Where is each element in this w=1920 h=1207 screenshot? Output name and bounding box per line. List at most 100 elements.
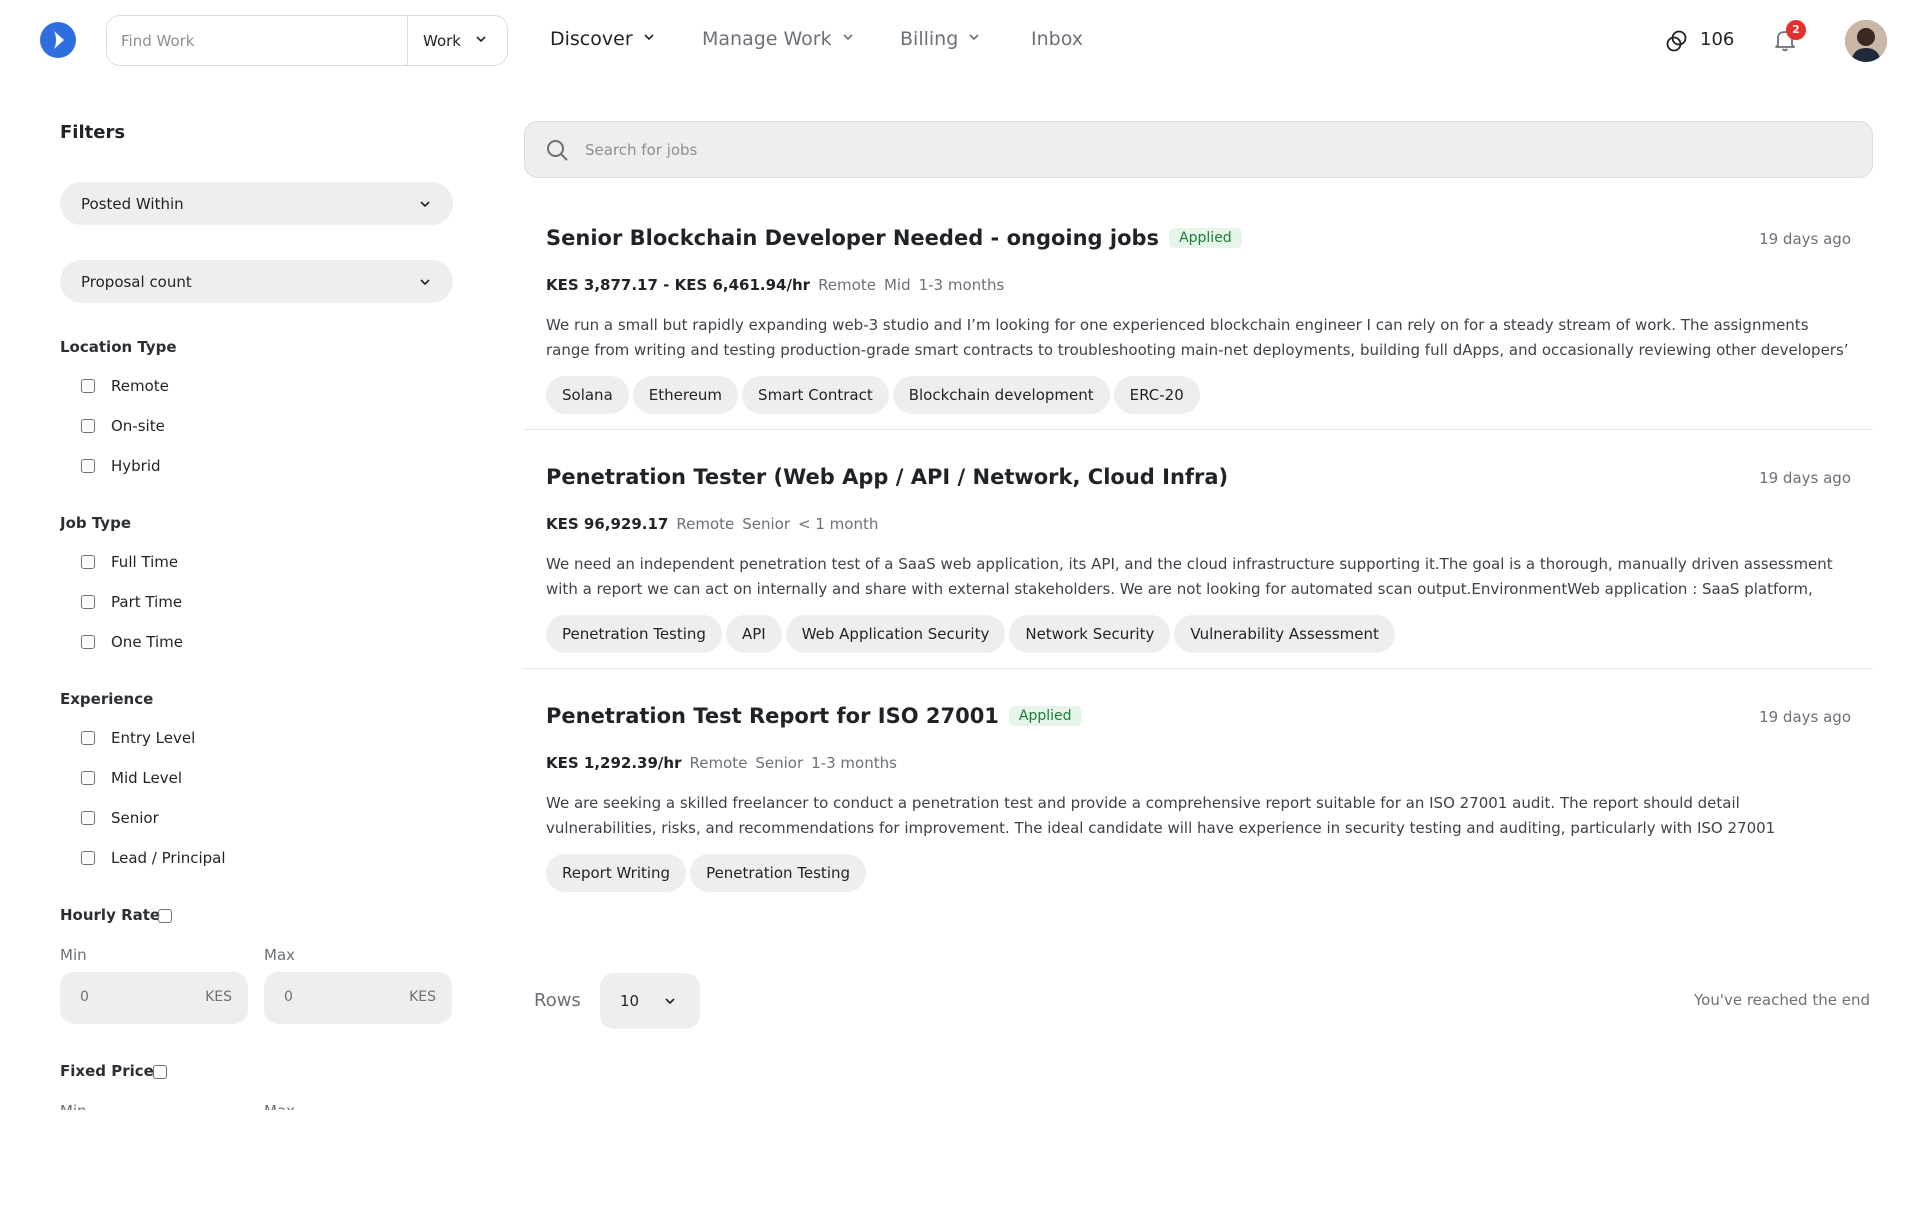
skill-tag[interactable]: API <box>725 615 782 653</box>
job-duration: < 1 month <box>798 515 879 533</box>
option-label: Hybrid <box>111 457 161 475</box>
rows-per-page-select[interactable]: 10 <box>600 973 700 1029</box>
fixed-price-checkbox[interactable] <box>153 1065 167 1079</box>
fixed-min-label: Min <box>60 1102 87 1110</box>
job-description: We need an independent penetration test … <box>546 555 1833 598</box>
chevron-down-icon <box>420 201 430 208</box>
option-label: Full Time <box>111 553 179 571</box>
job-meta: KES 96,929.17 Remote Senior < 1 month <box>546 515 878 533</box>
job-title[interactable]: Senior Blockchain Developer Needed - ong… <box>546 226 1159 250</box>
chevron-down-icon <box>843 34 853 41</box>
skill-tag[interactable]: Penetration Testing <box>690 854 867 892</box>
skill-tag[interactable]: Smart Contract <box>742 376 889 414</box>
job-duration: 1-3 months <box>918 276 1005 294</box>
job-location: Remote <box>676 515 735 533</box>
skill-tag[interactable]: Report Writing <box>546 854 687 892</box>
checkbox[interactable] <box>81 419 95 433</box>
filters-sidebar: Filters Posted Within Proposal count Loc… <box>60 110 455 1110</box>
search-scope-select[interactable]: Work <box>423 32 461 50</box>
checkbox[interactable] <box>81 731 95 745</box>
skill-tag[interactable]: Penetration Testing <box>546 615 722 653</box>
applied-badge: Applied <box>1169 228 1242 248</box>
skill-tag[interactable]: Blockchain development <box>892 376 1110 414</box>
checkbox[interactable] <box>81 771 95 785</box>
chevron-down-icon <box>420 279 430 286</box>
hourly-max-label: Max <box>264 946 296 964</box>
job-meta: KES 1,292.39/hr Remote Senior 1-3 months <box>546 754 897 772</box>
brand-logo-icon[interactable] <box>40 22 76 58</box>
nav-billing[interactable]: Billing <box>900 28 980 50</box>
job-search-input[interactable]: Search for jobs <box>585 141 697 159</box>
rows-label: Rows <box>534 990 581 1011</box>
find-work-search: Find Work Work <box>106 15 508 66</box>
proposal-count-dropdown[interactable]: Proposal count <box>60 260 453 303</box>
find-work-divider <box>407 16 408 65</box>
option-label: Part Time <box>111 593 183 611</box>
posted-within-dropdown[interactable]: Posted Within <box>60 182 453 225</box>
find-work-input[interactable]: Find Work <box>121 32 194 50</box>
job-search-bar[interactable]: Search for jobs <box>524 121 1873 178</box>
job-title[interactable]: Penetration Test Report for ISO 27001 <box>546 704 999 728</box>
job-type-title: Job Type <box>60 514 131 532</box>
filters-title: Filters <box>60 122 126 143</box>
top-navigation: Find Work Work Discover Manage Work Bill… <box>0 0 1920 80</box>
skill-tag[interactable]: Vulnerability Assessment <box>1174 615 1395 653</box>
currency-label: KES <box>409 989 436 1005</box>
job-card[interactable]: Senior Blockchain Developer Needed - ong… <box>524 226 1873 430</box>
job-level: Senior <box>755 754 804 772</box>
chevron-down-icon <box>644 34 654 41</box>
proposal-count-label: Proposal count <box>81 273 192 291</box>
hourly-rate-checkbox[interactable] <box>158 909 172 923</box>
checkbox[interactable] <box>81 379 95 393</box>
job-level: Mid <box>883 276 911 294</box>
hourly-min-input[interactable]: 0 KES <box>60 972 248 1024</box>
checkbox[interactable] <box>81 635 95 649</box>
job-duration: 1-3 months <box>811 754 897 772</box>
skill-tag[interactable]: Ethereum <box>632 376 739 414</box>
nav-inbox-label: Inbox <box>1031 28 1083 50</box>
checkbox[interactable] <box>81 459 95 473</box>
job-meta: KES 3,877.17 - KES 6,461.94/hr Remote Mid 1… <box>546 276 1004 294</box>
nav-manage-work[interactable]: Manage Work <box>702 28 854 50</box>
applied-badge: Applied <box>1008 706 1082 726</box>
job-card[interactable]: Penetration Test Report for ISO 27001 App… <box>524 704 1873 908</box>
option-label: On-site <box>111 417 165 435</box>
job-location: Remote <box>818 276 876 294</box>
job-tags: Report Writing Penetration Testing <box>546 854 870 892</box>
skill-tag[interactable]: Web Application Security <box>785 615 1006 653</box>
avatar[interactable] <box>1845 20 1887 62</box>
connects-count: 106 <box>1700 29 1735 50</box>
job-title[interactable]: Penetration Tester (Web App / API / Netw… <box>546 465 1228 489</box>
hourly-max-value: 0 <box>284 989 293 1005</box>
hourly-min-label: Min <box>60 946 87 964</box>
checkbox[interactable] <box>81 851 95 865</box>
job-price: KES 96,929.17 <box>546 515 669 533</box>
chevron-down-icon <box>969 34 979 41</box>
option-label: Entry Level <box>111 729 196 747</box>
checkbox[interactable] <box>81 555 95 569</box>
option-label: Senior <box>111 809 159 827</box>
skill-tag[interactable]: ERC-20 <box>1113 376 1200 414</box>
skill-tag[interactable]: Network Security <box>1009 615 1171 653</box>
job-tags: Penetration Testing API Web Application Se… <box>546 615 1399 653</box>
skill-tag[interactable]: Solana <box>546 376 629 414</box>
nav-discover[interactable]: Discover <box>550 28 655 50</box>
end-of-list-text: You've reached the end <box>1693 991 1870 1009</box>
option-label: Remote <box>111 377 169 395</box>
job-divider <box>524 429 1873 430</box>
experience-title: Experience <box>60 690 154 708</box>
posted-time: 19 days ago <box>1759 230 1851 248</box>
chevron-down-icon <box>476 36 486 43</box>
posted-time: 19 days ago <box>1759 469 1851 487</box>
connects-icon[interactable] <box>1664 28 1690 54</box>
hourly-rate-title: Hourly Rate <box>60 906 161 924</box>
hourly-max-input[interactable]: 0 KES <box>264 972 452 1024</box>
job-card[interactable]: Penetration Tester (Web App / API / Netw… <box>524 465 1873 669</box>
rows-per-page-value: 10 <box>620 992 640 1010</box>
checkbox[interactable] <box>81 811 95 825</box>
nav-inbox[interactable]: Inbox <box>1031 28 1083 50</box>
checkbox[interactable] <box>81 595 95 609</box>
hourly-min-value: 0 <box>80 989 89 1005</box>
job-tags: Solana Ethereum Smart Contract Blockchain d… <box>546 376 1204 414</box>
job-description: We run a small but rapidly expanding web… <box>546 316 1849 359</box>
